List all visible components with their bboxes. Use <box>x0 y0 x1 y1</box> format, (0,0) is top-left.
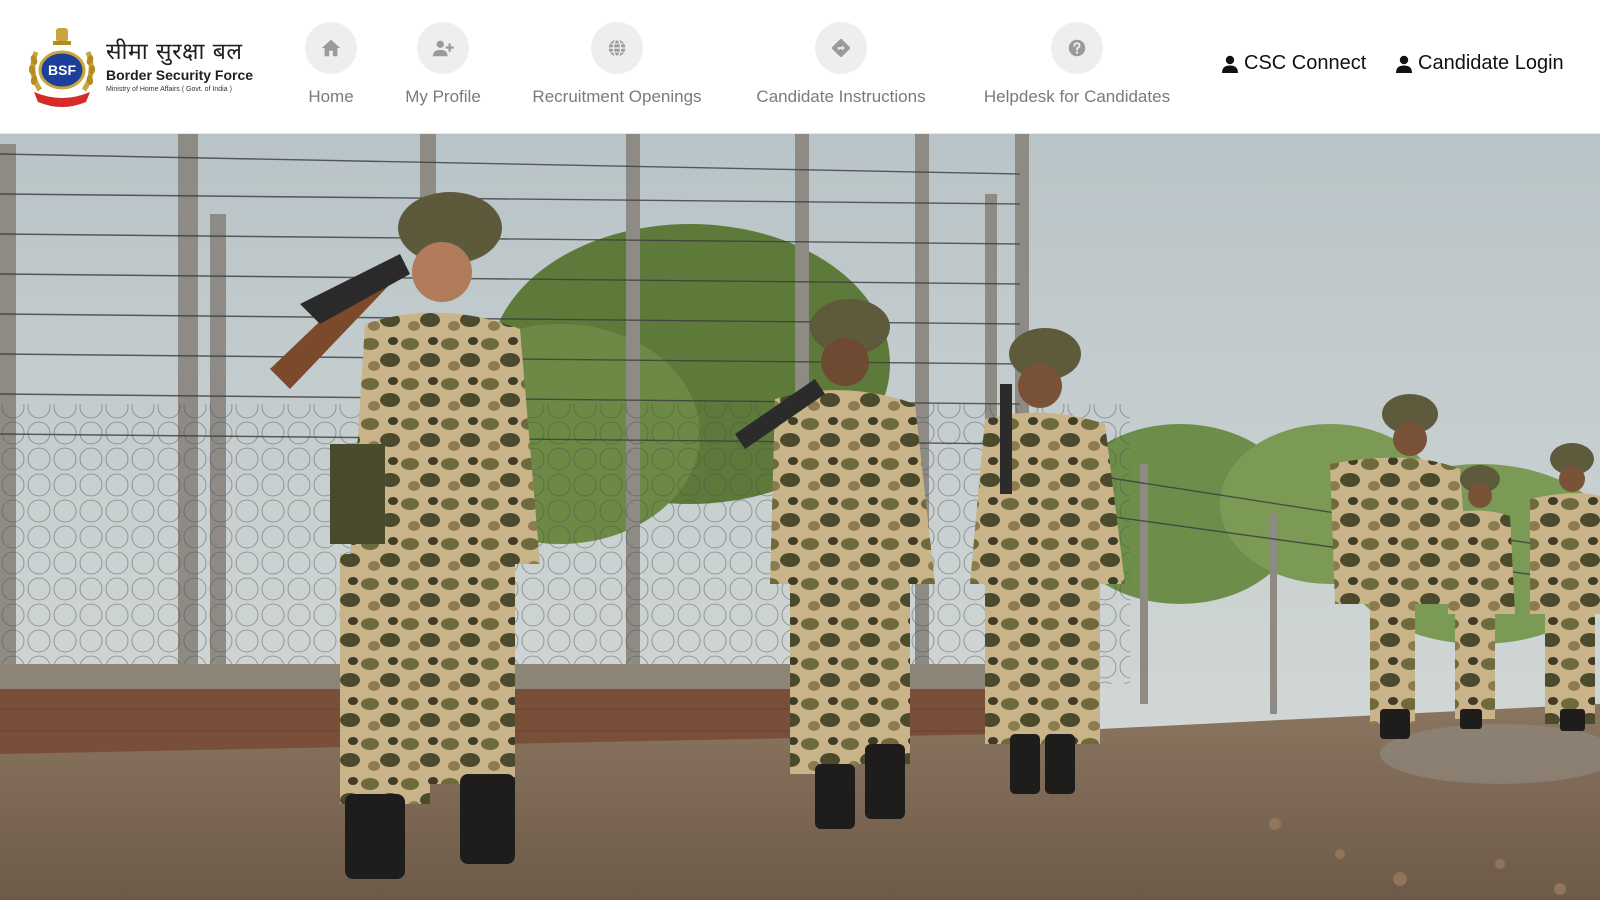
nav-label-helpdesk: Helpdesk for Candidates <box>983 87 1171 106</box>
globe-icon <box>591 22 643 74</box>
nav-item-home[interactable]: Home <box>296 22 366 107</box>
bsf-emblem-icon: BSF <box>28 28 96 107</box>
nav-item-candidate-instructions[interactable]: Candidate Instructions <box>748 22 934 107</box>
user-plus-icon <box>417 22 469 74</box>
directions-diamond-icon <box>815 22 867 74</box>
csc-connect-label: CSC Connect <box>1244 52 1367 74</box>
candidate-login-label: Candidate Login <box>1418 52 1564 74</box>
hero-image-soldiers-patrolling <box>0 134 1600 900</box>
nav-label-home: Home <box>308 87 354 106</box>
nav-label-my-profile: My Profile <box>405 87 481 106</box>
nav-label-candidate-instructions: Candidate Instructions <box>756 87 926 106</box>
site-header: BSF सीमा सुरक्षा बल Border Security Forc… <box>0 0 1600 134</box>
logo-ministry-line: Ministry of Home Affairs ( Govt. of Indi… <box>106 86 232 93</box>
csc-connect-link[interactable]: CSC Connect <box>1222 52 1366 75</box>
user-icon <box>1222 55 1238 73</box>
nav-item-recruitment-openings[interactable]: Recruitment Openings <box>525 22 709 107</box>
nav-item-helpdesk[interactable]: Helpdesk for Candidates <box>976 22 1178 107</box>
bsf-badge-text: BSF <box>48 62 76 78</box>
question-circle-icon <box>1051 22 1103 74</box>
home-icon <box>305 22 357 74</box>
nav-label-recruitment-openings: Recruitment Openings <box>532 87 702 106</box>
bsf-logo[interactable]: BSF सीमा सुरक्षा बल Border Security Forc… <box>22 24 258 108</box>
user-icon <box>1396 55 1412 73</box>
logo-english-name: Border Security Force <box>106 67 254 83</box>
hero-banner <box>0 134 1600 900</box>
logo-hindi-name: सीमा सुरक्षा बल <box>106 39 243 65</box>
nav-item-my-profile[interactable]: My Profile <box>393 22 493 107</box>
candidate-login-link[interactable]: Candidate Login <box>1396 52 1564 75</box>
